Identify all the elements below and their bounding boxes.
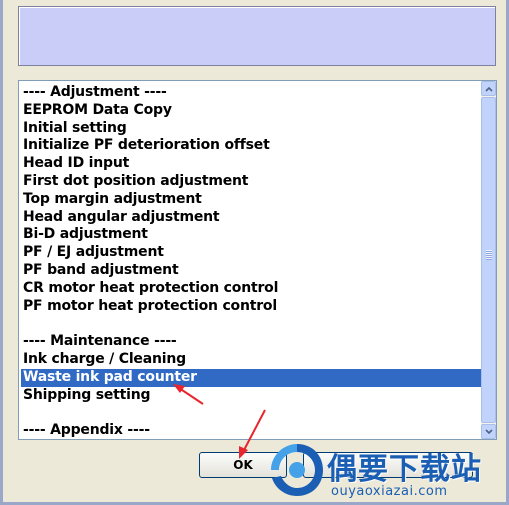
list-item: ---- Maintenance ----: [23, 333, 177, 350]
chevron-up-icon: [485, 86, 493, 92]
list-item[interactable]: PF motor heat protection control: [21, 298, 483, 316]
ouyao-logo-icon: [271, 444, 323, 496]
list-item[interactable]: PF band adjustment: [21, 262, 483, 280]
list-item: [21, 404, 483, 422]
list-item[interactable]: EEPROM Data Copy: [21, 102, 483, 120]
list-item[interactable]: Ink charge / Cleaning: [21, 351, 483, 369]
watermark-title: 偶要下载站: [327, 452, 482, 487]
list-item[interactable]: Initialize PF deterioration offset: [21, 137, 483, 155]
list-item[interactable]: Waste ink pad counter: [21, 368, 483, 387]
watermark: 偶要下载站 ouyaoxiazai.com: [265, 440, 509, 502]
vertical-scrollbar[interactable]: [481, 81, 496, 439]
dialog-window: ---- Adjustment ---- EEPROM Data Copy Init…: [0, 0, 509, 505]
list-item[interactable]: Head ID input: [21, 155, 483, 173]
list-item[interactable]: Top margin adjustment: [21, 191, 483, 209]
scroll-down-button[interactable]: [481, 424, 496, 439]
list-item[interactable]: Head angular adjustment: [21, 209, 483, 227]
list-item[interactable]: Shipping setting: [21, 387, 483, 405]
list-item: ---- Adjustment ----: [23, 84, 167, 100]
list-item[interactable]: Bi-D adjustment: [21, 226, 483, 244]
maintenance-listbox[interactable]: ---- Adjustment ---- EEPROM Data Copy Init…: [18, 80, 497, 440]
list-item: ---- Appendix ----: [23, 422, 150, 439]
item-list: ---- Adjustment ---- EEPROM Data Copy Init…: [21, 84, 483, 439]
scroll-up-button[interactable]: [481, 81, 496, 96]
list-item[interactable]: CR motor heat protection control: [21, 280, 483, 298]
scroll-grip: [486, 250, 492, 260]
list-item[interactable]: Initial setting: [21, 120, 483, 138]
list-item: [21, 315, 483, 333]
watermark-url: ouyaoxiazai.com: [331, 484, 448, 499]
scroll-thumb[interactable]: [481, 97, 496, 423]
message-box: [18, 6, 496, 66]
chevron-down-icon: [485, 429, 493, 435]
list-item[interactable]: PF / EJ adjustment: [21, 244, 483, 262]
list-item[interactable]: First dot position adjustment: [21, 173, 483, 191]
